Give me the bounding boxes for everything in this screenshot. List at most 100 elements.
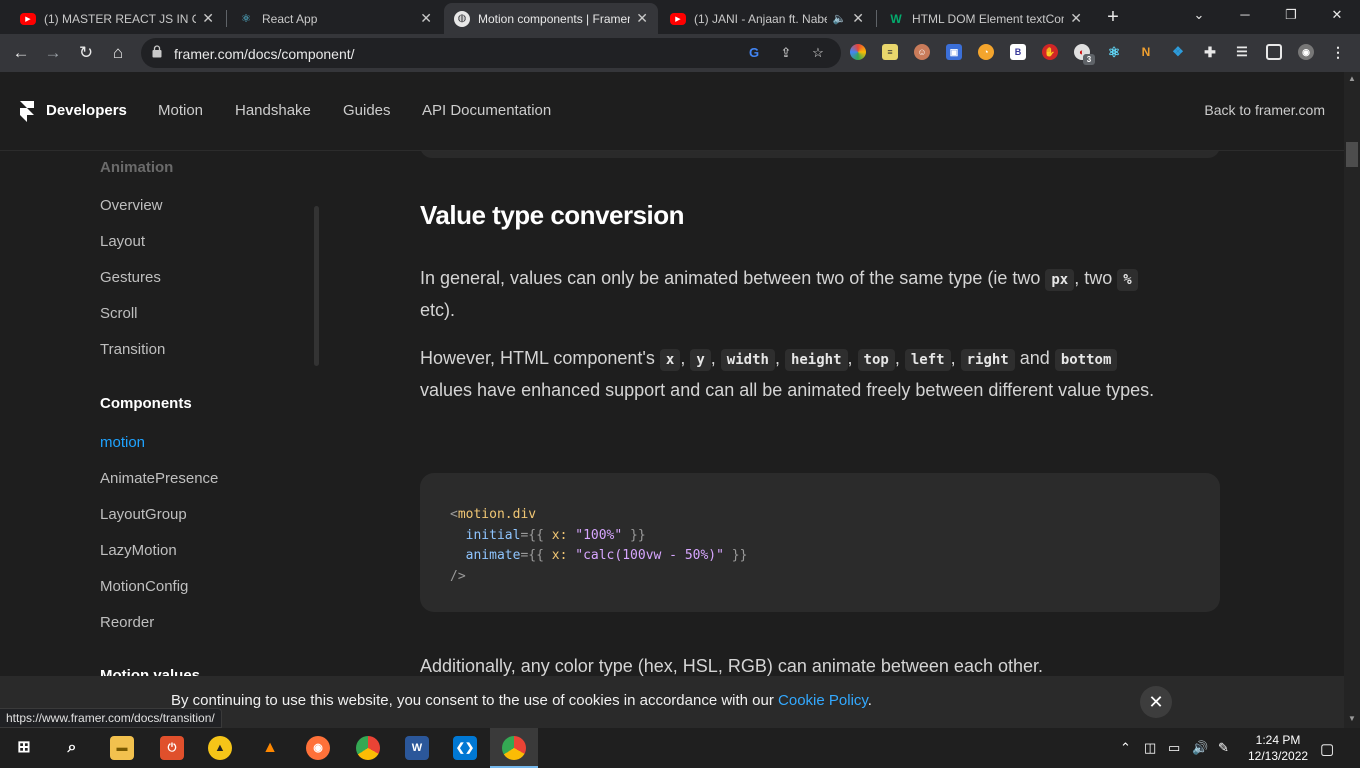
minimize-button[interactable]: ─ <box>1222 0 1268 30</box>
close-tab-icon[interactable]: ✕ <box>636 10 648 27</box>
clock-date: 12/13/2022 <box>1248 749 1309 763</box>
sidebar-scrollbar[interactable] <box>314 206 319 366</box>
extension-compass-icon[interactable]: ◔ <box>978 44 994 60</box>
sidebar-item-layout[interactable]: Layout <box>100 233 145 250</box>
browser-tab[interactable]: ▶ (1) JANI - Anjaan ft. Nabeel 🔈 ✕ <box>660 3 874 34</box>
browser-tab[interactable]: W HTML DOM Element textCont ✕ <box>878 3 1092 34</box>
extension-screen-icon[interactable]: ▣ <box>946 44 962 60</box>
close-tab-icon[interactable]: ✕ <box>420 10 432 27</box>
windows-taskbar: ⊞ ⌕ ▬ ⏻ ▲ ▲ ◉ W ❮❯ ⌃ ◫ ▭ 🔊 ✎ 1:24 PM 12/1… <box>0 728 1360 768</box>
url-text: framer.com/docs/component/ <box>174 46 355 62</box>
inline-code: px <box>1045 269 1075 291</box>
scroll-down-arrow-icon[interactable]: ▼ <box>1344 714 1360 723</box>
inline-code: bottom <box>1054 349 1118 371</box>
close-tab-icon[interactable]: ✕ <box>1070 10 1082 27</box>
extension-react-devtools-icon[interactable]: ⚛ <box>1106 44 1122 60</box>
notification-icon[interactable]: ▢ <box>1320 740 1334 758</box>
new-tab-button[interactable]: + <box>1101 5 1125 29</box>
taskbar-clock[interactable]: 1:24 PM 12/13/2022 <box>1248 732 1308 764</box>
extension-b-icon[interactable]: B <box>1010 44 1026 60</box>
chrome-menu-icon[interactable]: ⋮ <box>1330 44 1346 60</box>
cookie-close-button[interactable]: ✕ <box>1140 686 1172 718</box>
tab-divider <box>226 10 227 27</box>
framer-logo-icon[interactable] <box>20 101 34 123</box>
code-block[interactable]: <motion.div initial={{ x: "100%" }} anim… <box>420 473 1220 612</box>
extension-adblock-icon[interactable]: ✋ <box>1042 44 1058 60</box>
nav-motion[interactable]: Motion <box>158 102 203 119</box>
sidebar-item-gestures[interactable]: Gestures <box>100 269 161 286</box>
extension-notes-icon[interactable]: ≡ <box>882 44 898 60</box>
back-to-framer-link[interactable]: Back to framer.com <box>1204 102 1325 118</box>
lock-icon[interactable] <box>152 45 162 58</box>
chrome-active-icon[interactable] <box>502 736 526 760</box>
sidebar-item-motionconfig[interactable]: MotionConfig <box>100 578 188 595</box>
tab-title: HTML DOM Element textCont <box>912 11 1065 26</box>
brand-developers-link[interactable]: Developers <box>46 102 127 119</box>
profile-avatar[interactable]: ◉ <box>1298 44 1314 60</box>
extensions-puzzle-icon[interactable]: ✚ <box>1202 44 1218 60</box>
home-button[interactable]: ⌂ <box>105 40 131 66</box>
tray-meet-icon[interactable]: ◫ <box>1144 740 1156 756</box>
windows-start-icon[interactable]: ⊞ <box>12 736 36 760</box>
inline-code: top <box>857 349 895 371</box>
browser-tab-active[interactable]: ◍ Motion components | Framer ✕ <box>444 3 658 34</box>
tray-chevron-icon[interactable]: ⌃ <box>1120 740 1131 756</box>
app-triangle-icon[interactable]: ▲ <box>208 736 232 760</box>
close-tab-icon[interactable]: ✕ <box>202 10 214 27</box>
app-power-icon[interactable]: ⏻ <box>160 736 184 760</box>
cookie-policy-link[interactable]: Cookie Policy <box>778 692 868 709</box>
reload-button[interactable]: ↻ <box>73 40 99 66</box>
vlc-icon[interactable]: ▲ <box>258 736 282 760</box>
sidebar-item-scroll[interactable]: Scroll <box>100 305 138 322</box>
forward-button[interactable]: → <box>40 40 66 66</box>
restore-button[interactable]: ❐ <box>1268 0 1314 30</box>
search-icon[interactable]: ⌕ <box>60 736 84 760</box>
extension-avatar-icon[interactable]: ☺ <box>914 44 930 60</box>
firefox-icon[interactable]: ◉ <box>306 736 330 760</box>
nav-api-documentation[interactable]: API Documentation <box>422 102 551 119</box>
sidebar-item-transition[interactable]: Transition <box>100 341 165 358</box>
sidebar-item-overview[interactable]: Overview <box>100 197 163 214</box>
file-explorer-icon[interactable]: ▬ <box>110 736 134 760</box>
paragraph-3: Additionally, any color type (hex, HSL, … <box>420 656 1044 676</box>
vscode-icon[interactable]: ❮❯ <box>453 736 477 760</box>
close-tab-icon[interactable]: ✕ <box>852 10 864 27</box>
extension-colorpicker-icon[interactable] <box>850 44 866 60</box>
extension-cube-icon[interactable]: ❖ <box>1170 44 1186 60</box>
tray-volume-icon[interactable]: 🔊 <box>1192 740 1208 756</box>
code-token: < <box>450 507 458 522</box>
browser-tab[interactable]: ⚛ React App ✕ <box>228 3 442 34</box>
nav-guides[interactable]: Guides <box>343 102 391 119</box>
media-control-icon[interactable]: ☰ <box>1234 44 1250 60</box>
sidebar-item-motion[interactable]: motion <box>100 434 145 451</box>
browser-tab[interactable]: ▶ (1) MASTER REACT JS IN ONE ✕ <box>10 3 224 34</box>
side-panel-icon[interactable] <box>1266 44 1282 60</box>
share-icon[interactable]: ⇪ <box>777 44 795 62</box>
speaker-icon[interactable]: 🔈 <box>833 12 847 25</box>
inline-code: y <box>690 349 711 371</box>
tab-title: React App <box>262 11 318 26</box>
address-bar[interactable]: framer.com/docs/component/ G ⇪ ☆ <box>141 38 841 68</box>
scrollbar-thumb[interactable] <box>1346 142 1358 167</box>
browser-toolbar: ← → ↻ ⌂ framer.com/docs/component/ G ⇪ ☆ <box>0 34 1360 72</box>
tab-search-button[interactable]: ⌄ <box>1176 0 1222 30</box>
chrome-icon[interactable] <box>356 736 380 760</box>
extension-ni-icon[interactable]: N <box>1138 44 1154 60</box>
sidebar-item-reorder[interactable]: Reorder <box>100 614 154 631</box>
sidebar-item-layoutgroup[interactable]: LayoutGroup <box>100 506 187 523</box>
page-scrollbar[interactable]: ▲ ▼ <box>1344 72 1360 728</box>
tray-network-icon[interactable]: ▭ <box>1168 740 1180 756</box>
scroll-up-arrow-icon[interactable]: ▲ <box>1344 74 1360 83</box>
word-icon[interactable]: W <box>405 736 429 760</box>
sidebar-item-lazymotion[interactable]: LazyMotion <box>100 542 177 559</box>
tray-pen-icon[interactable]: ✎ <box>1218 740 1229 756</box>
close-window-button[interactable]: ✕ <box>1314 0 1360 30</box>
cookie-text: By continuing to use this website, you c… <box>171 692 779 709</box>
cookie-text-end: . <box>867 692 872 709</box>
google-lens-icon[interactable]: G <box>745 44 763 62</box>
back-button[interactable]: ← <box>8 40 34 66</box>
nav-handshake[interactable]: Handshake <box>235 102 311 119</box>
previous-code-block <box>420 151 1220 158</box>
bookmark-star-icon[interactable]: ☆ <box>809 44 827 62</box>
sidebar-item-animatepresence[interactable]: AnimatePresence <box>100 470 218 487</box>
